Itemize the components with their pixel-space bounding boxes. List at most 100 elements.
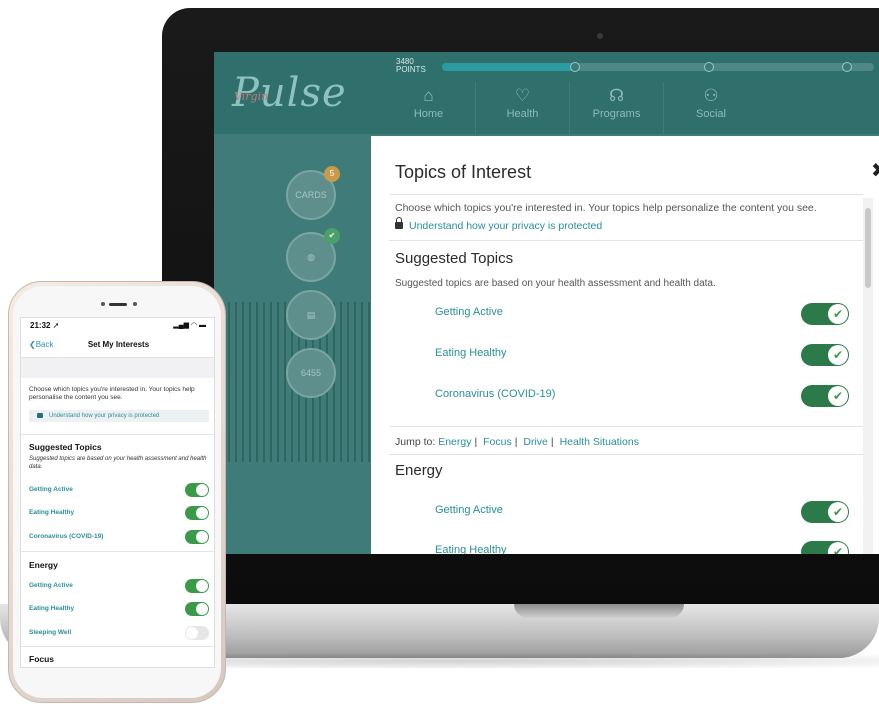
topic-toggle[interactable]: ✔: [801, 501, 849, 523]
phone-topic-row: Coronavirus (COVID-19): [29, 529, 211, 545]
virgin-logo: Virgin: [234, 90, 269, 103]
divider: [21, 646, 214, 647]
energy-heading: Energy: [395, 462, 443, 479]
steps-value: 6455: [300, 368, 322, 378]
jump-link-drive[interactable]: Drive: [523, 436, 548, 448]
phone-topic-toggle[interactable]: [185, 626, 209, 640]
phone-topic-label: Eating Healthy: [29, 605, 75, 612]
nav-health-label: Health: [506, 108, 539, 120]
topic-label: Getting Active: [435, 504, 503, 516]
divider: [389, 240, 863, 241]
modal-intro-text: Choose which topics you're interested in…: [395, 202, 817, 214]
privacy-link-label: Understand how your privacy is protected: [409, 220, 603, 232]
phone-topic-toggle[interactable]: [185, 602, 209, 616]
nav-social[interactable]: ⚇ Social: [664, 82, 758, 134]
topic-row: Getting Active ✔: [435, 303, 865, 325]
steps-button[interactable]: 6455: [286, 348, 336, 398]
modal-title: Topics of Interest: [395, 162, 532, 182]
close-icon[interactable]: ✖: [871, 158, 879, 183]
divider: [21, 434, 214, 435]
apple-button[interactable]: ◍ ✔: [286, 228, 340, 282]
phone-page-title: Set My Interests: [87, 340, 150, 349]
topic-label: Getting Active: [435, 306, 503, 318]
jump-link-health-situations[interactable]: Health Situations: [560, 436, 639, 448]
nav-home[interactable]: ⌂ Home: [382, 82, 476, 134]
milestone-marker: [704, 62, 714, 72]
app-header: Pulse Virgin 3480 POINTS ⌂ Home ♡ Health: [214, 52, 879, 134]
jump-link-energy[interactable]: Energy: [438, 436, 471, 448]
phone-topic-row: Eating Healthy: [29, 601, 211, 617]
nav-programs[interactable]: ☊ Programs: [570, 82, 664, 134]
milestone-marker: [570, 62, 580, 72]
topic-toggle[interactable]: ✔: [801, 303, 849, 325]
suggested-topics-subtitle: Suggested topics are based on your healt…: [395, 278, 716, 289]
phone-topic-label: Sleeping Well: [29, 629, 72, 636]
check-icon: ✔: [828, 502, 848, 522]
phone-focus-heading: Focus: [29, 654, 55, 664]
phone-sensor: [133, 302, 137, 306]
phone-topic-toggle[interactable]: [185, 530, 209, 544]
phone-camera: [101, 302, 105, 306]
clipboard-icon: ▤: [306, 310, 316, 320]
phone-topic-row: Getting Active: [29, 482, 211, 498]
topic-label: Coronavirus (COVID-19): [435, 388, 556, 400]
heart-icon: ♡: [514, 86, 531, 105]
divider: [389, 194, 863, 195]
clipboard-button[interactable]: ▤: [286, 290, 336, 340]
points-counter: 3480 POINTS: [396, 57, 434, 75]
phone-privacy-link[interactable]: Understand how your privacy is protected: [29, 410, 209, 422]
check-badge-icon: ✔: [324, 228, 340, 244]
cards-button[interactable]: CARDS 5: [286, 166, 340, 220]
phone-topic-label: Getting Active: [29, 582, 73, 589]
apple-icon: ◍: [307, 252, 315, 262]
nav-home-label: Home: [413, 108, 444, 120]
suggested-topics-heading: Suggested Topics: [395, 250, 514, 267]
phone-topic-row: Sleeping Well: [29, 625, 211, 641]
status-icons: ▂▄▆ ◠ ▬: [173, 322, 206, 329]
phone-privacy-label: Understand how your privacy is protected: [49, 413, 160, 419]
phone-nav-bar: ❮Back Set My Interests: [21, 332, 214, 358]
topic-row: Eating Healthy ✔: [435, 541, 865, 554]
phone-spacer: [21, 358, 214, 378]
points-label: POINTS: [396, 65, 426, 75]
phone-screen: 21:32 ➚ ▂▄▆ ◠ ▬ ❮Back Set My Interests C…: [20, 317, 215, 668]
jump-to-nav: Jump to: Energy | Focus | Drive | Health Si…: [395, 436, 639, 448]
scroll-thumb[interactable]: [865, 208, 871, 288]
privacy-link[interactable]: Understand how your privacy is protected: [395, 217, 603, 232]
cards-label: CARDS: [295, 190, 327, 200]
phone-topic-toggle[interactable]: [185, 579, 209, 593]
modal-scrollbar[interactable]: [863, 198, 873, 554]
lock-icon: [37, 413, 43, 418]
topic-row: Eating Healthy ✔: [435, 344, 865, 366]
check-icon: ✔: [828, 345, 848, 365]
divider: [389, 426, 863, 427]
phone-topic-toggle[interactable]: [185, 483, 209, 497]
check-icon: ✔: [828, 304, 848, 324]
phone-suggested-subtitle: Suggested topics are based on your healt…: [29, 456, 207, 470]
laptop-hinge-notch: [514, 604, 684, 618]
phone-topic-row: Getting Active: [29, 578, 211, 594]
topic-toggle[interactable]: ✔: [801, 385, 849, 407]
house-icon: ⌂: [423, 86, 434, 105]
topic-toggle[interactable]: ✔: [801, 344, 849, 366]
phone-suggested-heading: Suggested Topics: [29, 442, 102, 452]
phone-topic-label: Getting Active: [29, 486, 73, 493]
main-nav: ⌂ Home ♡ Health ☊ Programs ⚇ Social: [382, 82, 758, 134]
cards-count-badge: 5: [324, 166, 340, 182]
people-icon: ⚇: [703, 86, 719, 105]
phone-topic-label: Coronavirus (COVID-19): [29, 533, 104, 540]
check-icon: ✔: [828, 386, 848, 406]
phone-intro-text: Choose which topics you're interested in…: [29, 386, 195, 402]
phone-topic-toggle[interactable]: [185, 506, 209, 520]
jump-link-focus[interactable]: Focus: [483, 436, 512, 448]
topic-toggle[interactable]: ✔: [801, 541, 849, 554]
nav-social-label: Social: [696, 108, 726, 120]
topic-label: Eating Healthy: [435, 347, 507, 359]
points-progress-fill: [442, 63, 576, 71]
divider: [389, 454, 863, 455]
lock-icon: [395, 217, 403, 229]
topic-label: Eating Healthy: [435, 544, 507, 554]
programs-icon: ☊: [608, 86, 625, 105]
topic-row: Getting Active ✔: [435, 501, 865, 523]
nav-health[interactable]: ♡ Health: [476, 82, 570, 134]
